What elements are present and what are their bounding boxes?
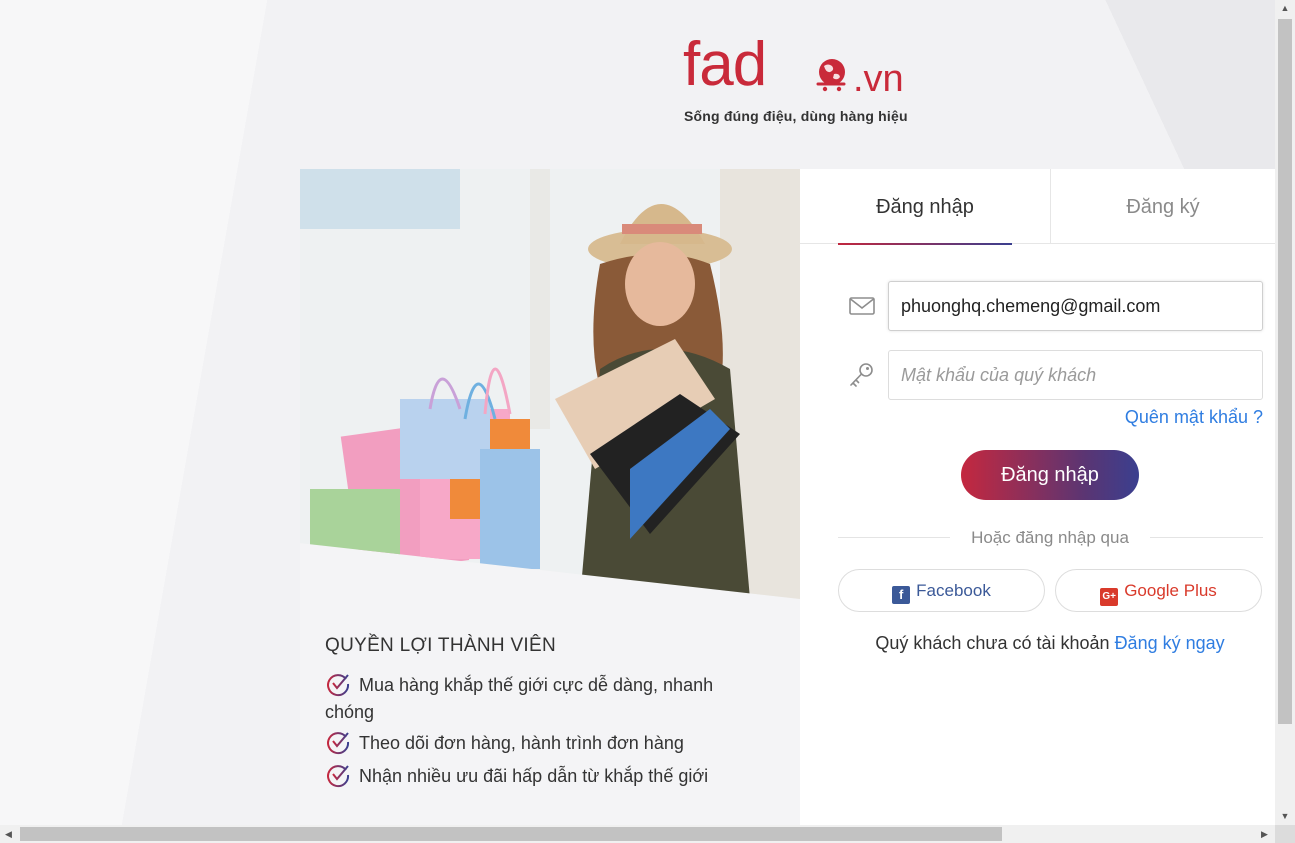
- member-benefits-panel: QUYỀN LỢI THÀNH VIÊN Mua hàng khắp thế g…: [300, 169, 800, 825]
- google-plus-label: Google Plus: [1124, 581, 1217, 600]
- horizontal-scrollbar[interactable]: ◀ ▶: [0, 825, 1295, 843]
- scroll-right-arrow-icon[interactable]: ▶: [1256, 825, 1273, 843]
- facebook-label: Facebook: [916, 581, 991, 600]
- vertical-scroll-thumb[interactable]: [1278, 19, 1292, 724]
- horizontal-scroll-thumb[interactable]: [20, 827, 1002, 841]
- background-decoration: [0, 0, 300, 825]
- logo-domain-text: .vn: [853, 58, 904, 100]
- check-circle-icon: [327, 765, 350, 788]
- background-decoration: [1015, 0, 1275, 170]
- benefit-text: Nhận nhiều ưu đãi hấp dẫn từ khắp thế gi…: [359, 766, 709, 786]
- forgot-password-link[interactable]: Quên mật khẩu ?: [1125, 407, 1263, 428]
- login-submit-button[interactable]: Đăng nhập: [961, 450, 1139, 500]
- tab-login[interactable]: Đăng nhập: [838, 169, 1012, 245]
- benefit-text: Theo dõi đơn hàng, hành trình đơn hàng: [359, 733, 684, 753]
- scroll-down-arrow-icon[interactable]: ▼: [1275, 808, 1295, 825]
- scroll-left-arrow-icon[interactable]: ◀: [0, 825, 17, 843]
- envelope-icon: [849, 297, 875, 315]
- google-plus-login-button[interactable]: G+ Google Plus: [1055, 569, 1262, 612]
- benefit-item: Theo dõi đơn hàng, hành trình đơn hàng: [325, 729, 755, 757]
- logo-brand-text: fad: [683, 30, 767, 99]
- globe-cart-icon: [816, 59, 846, 92]
- auth-tabs: Đăng nhập Đăng ký: [800, 169, 1275, 245]
- hero-photo-shopping-woman: [300, 169, 800, 599]
- check-circle-icon: [327, 674, 350, 697]
- benefit-item: Nhận nhiều ưu đãi hấp dẫn từ khắp thế gi…: [325, 762, 755, 790]
- no-account-prompt: Quý khách chưa có tài khoản Đăng ký ngay: [800, 633, 1295, 654]
- tab-register[interactable]: Đăng ký: [1050, 169, 1275, 244]
- no-account-text: Quý khách chưa có tài khoản: [875, 633, 1110, 653]
- logo-slogan: Sống đúng điệu, dùng hàng hiệu: [684, 108, 908, 124]
- scrollbar-corner: [1275, 825, 1295, 843]
- key-icon: [850, 363, 873, 387]
- login-panel: Đăng nhập Đăng ký Quên mật khẩu ? Đăng n…: [800, 169, 1275, 825]
- facebook-icon: f: [892, 586, 911, 604]
- benefit-text: Mua hàng khắp thế giới cực dễ dàng, nhan…: [325, 675, 714, 722]
- benefit-item: Mua hàng khắp thế giới cực dễ dàng, nhan…: [325, 671, 755, 726]
- social-login-label: Hoặc đăng nhập qua: [971, 528, 1129, 547]
- email-field[interactable]: [888, 281, 1263, 331]
- password-field[interactable]: [888, 350, 1263, 400]
- scroll-up-arrow-icon[interactable]: ▲: [1275, 0, 1295, 17]
- site-logo[interactable]: fad .vn Sống đúng điệu, dùng hàng hiệu: [683, 30, 923, 130]
- vertical-scrollbar[interactable]: ▲ ▼: [1275, 0, 1295, 825]
- check-circle-icon: [327, 732, 350, 755]
- google-plus-icon: G+: [1100, 588, 1119, 606]
- register-now-link[interactable]: Đăng ký ngay: [1115, 633, 1225, 653]
- facebook-login-button[interactable]: f Facebook: [838, 569, 1045, 612]
- benefits-title: QUYỀN LỢI THÀNH VIÊN: [325, 635, 556, 656]
